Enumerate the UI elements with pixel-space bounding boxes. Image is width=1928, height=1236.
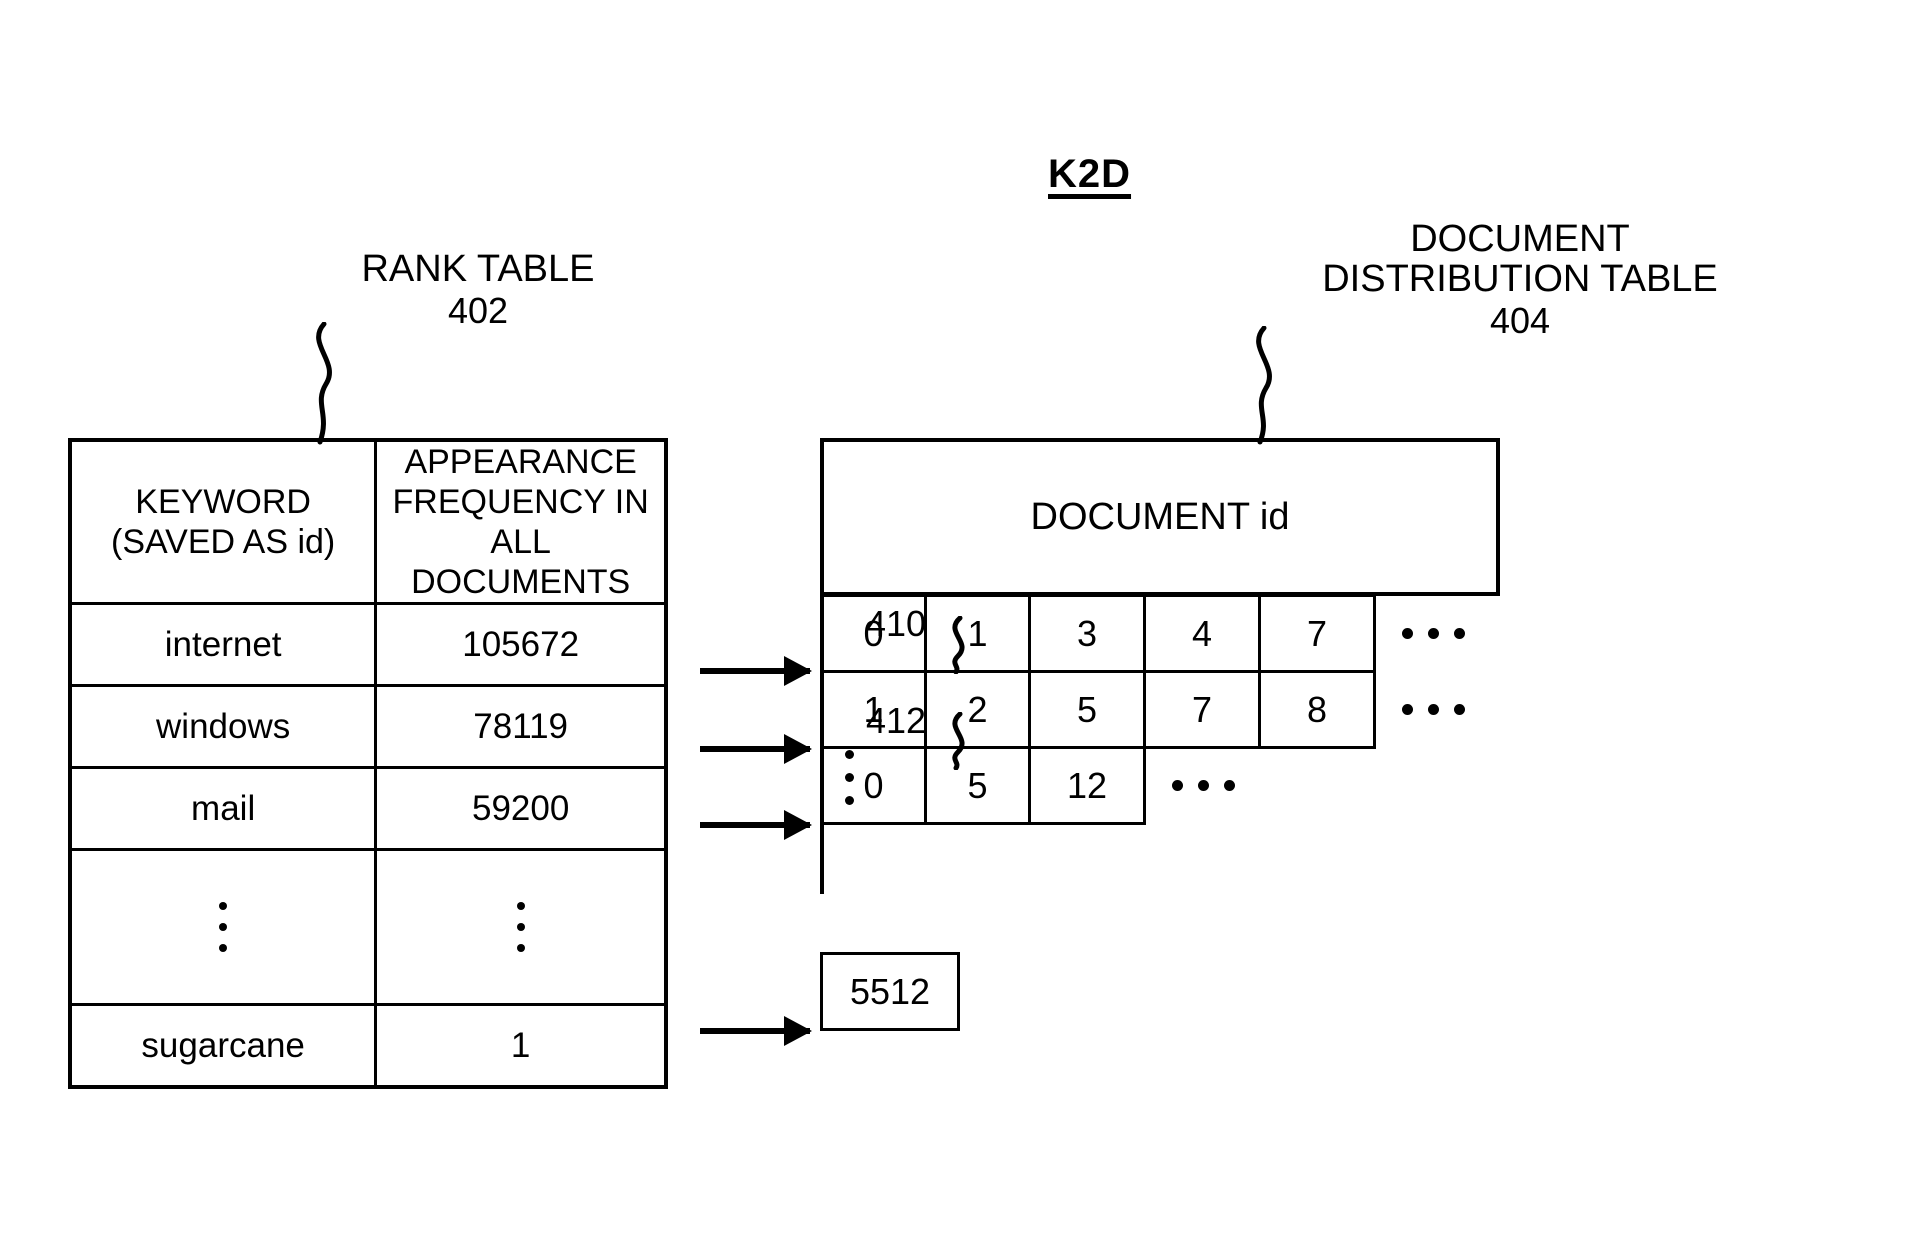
doc-id-cell: 7 (1143, 670, 1261, 749)
rank-table-title: RANK TABLE (361, 248, 595, 290)
doc-id-cell: 7 (1258, 594, 1376, 673)
header-keyword: KEYWORD (SAVED AS id) (68, 438, 378, 606)
doc-table-row: 0 5 12 (820, 746, 1235, 825)
vertical-ellipsis-icon (374, 848, 668, 1007)
cell-keyword: internet (68, 602, 378, 688)
cell-frequency: 1 (374, 1003, 668, 1089)
arrow-410 (700, 668, 810, 674)
arrow-mail (700, 822, 810, 828)
arrow-410-leader-line (952, 616, 965, 674)
horizontal-ellipsis-icon (1402, 628, 1465, 639)
doc-id-cell: 3 (1028, 594, 1146, 673)
cell-keyword: sugarcane (68, 1003, 378, 1089)
horizontal-ellipsis-icon (1172, 780, 1235, 791)
figure-canvas: K2D RANK TABLE 402 DOCUMENT DISTRIBUTION… (0, 0, 1928, 1236)
doc-table-title-line1: DOCUMENT (1410, 218, 1630, 260)
doc-table-leader-line (1256, 326, 1272, 445)
vertical-ellipsis-icon (68, 848, 378, 1007)
arrow-ref-412: 412 (866, 700, 927, 741)
rank-table: KEYWORD (SAVED AS id) APPEARANCE FREQUEN… (68, 438, 668, 1090)
k2d-title: K2D (1048, 152, 1132, 196)
table-ellipsis-row (68, 848, 668, 1007)
cell-frequency: 59200 (374, 766, 668, 852)
doc-id-cell: 5512 (820, 952, 960, 1031)
arrow-412 (700, 746, 810, 752)
doc-id-cell: 0 (820, 746, 927, 825)
cell-frequency: 78119 (374, 684, 668, 770)
header-frequency: APPEARANCE FREQUENCY IN ALL DOCUMENTS (374, 438, 668, 606)
doc-table-row: 5512 (820, 952, 960, 1031)
table-row: windows 78119 (68, 684, 668, 770)
rank-table-leader-line (316, 322, 332, 445)
doc-id-cell: 5 (1028, 670, 1146, 749)
doc-table-title-line2: DISTRIBUTION TABLE (1322, 258, 1718, 300)
table-header-row: KEYWORD (SAVED AS id) APPEARANCE FREQUEN… (68, 438, 668, 606)
arrow-sugarcane (700, 1028, 810, 1034)
doc-table-header-cell: DOCUMENT id (820, 438, 1500, 596)
doc-id-cell: 12 (1028, 746, 1146, 825)
table-row: internet 105672 (68, 602, 668, 688)
arrow-412-leader-line (952, 712, 965, 770)
table-row: sugarcane 1 (68, 1003, 668, 1089)
horizontal-ellipsis-icon (1402, 704, 1465, 715)
doc-table-vertical-ellipsis-icon (845, 750, 854, 805)
cell-keyword: mail (68, 766, 378, 852)
cell-frequency: 105672 (374, 602, 668, 688)
arrow-ref-410: 410 (866, 603, 927, 644)
doc-id-cell: 4 (1143, 594, 1261, 673)
doc-id-cell: 8 (1258, 670, 1376, 749)
cell-keyword: windows (68, 684, 378, 770)
table-row: mail 59200 (68, 766, 668, 852)
